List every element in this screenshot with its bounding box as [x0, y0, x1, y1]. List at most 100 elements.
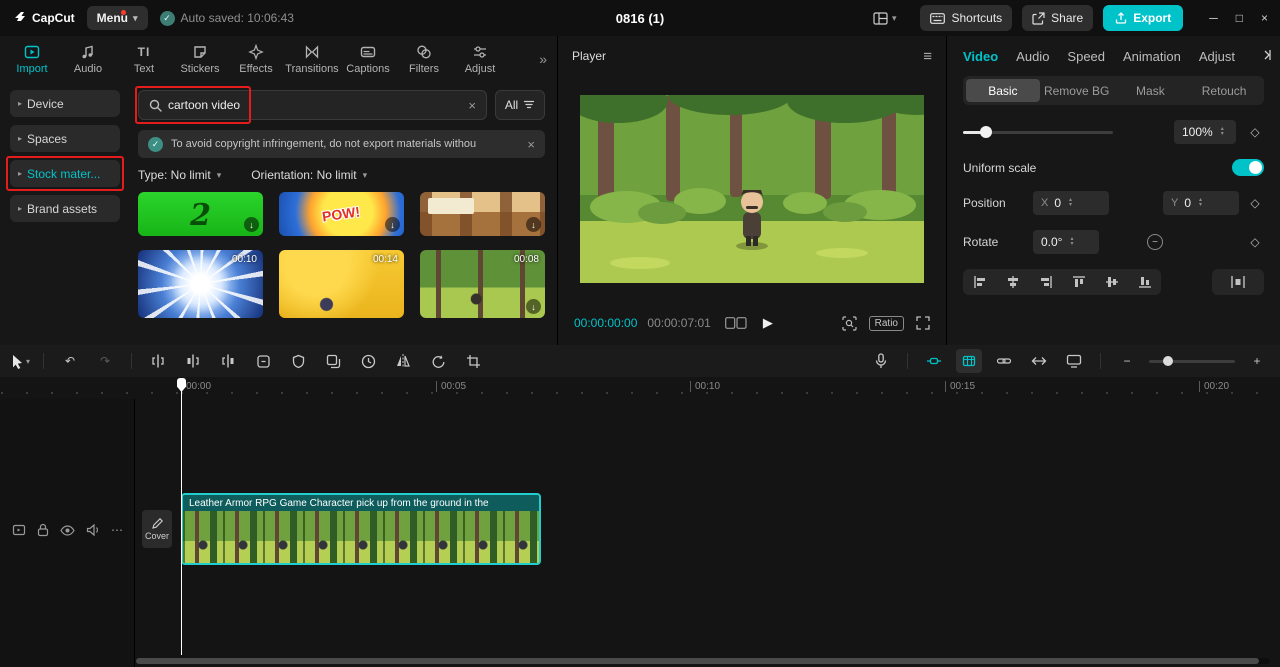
tab-video[interactable]: Video	[963, 49, 998, 64]
scrollbar-thumb[interactable]	[136, 658, 1259, 664]
slider-knob[interactable]	[980, 126, 992, 138]
auto-track-icon[interactable]	[921, 349, 947, 373]
tab-adjust[interactable]: Adjust	[1199, 49, 1235, 64]
track-options-icon[interactable]	[12, 523, 26, 537]
shortcuts-button[interactable]: Shortcuts	[920, 5, 1013, 31]
sidebar-item-brand-assets[interactable]: ▸ Brand assets	[10, 195, 120, 222]
search-box[interactable]: ×	[135, 86, 487, 124]
close-banner-icon[interactable]: ×	[527, 137, 535, 152]
thumbnail-yellow-character[interactable]: 00:14	[279, 250, 404, 318]
minimize-button[interactable]: ─	[1209, 11, 1218, 25]
download-icon[interactable]: ↓	[526, 217, 541, 232]
subtab-basic[interactable]: Basic	[966, 79, 1040, 102]
more-tabs-icon[interactable]: »	[533, 51, 553, 67]
frame-view-icon[interactable]	[724, 317, 747, 329]
align-top-icon[interactable]	[1062, 269, 1095, 295]
position-y-field[interactable]: Y 0 ▴ ▾	[1163, 191, 1239, 215]
scale-value-box[interactable]: 100% ▴ ▾	[1174, 120, 1236, 144]
timeline-ruler[interactable]: 00:00 00:05 00:10 00:15 00:20	[0, 377, 1280, 399]
uniform-scale-toggle[interactable]	[1232, 159, 1264, 176]
ratio-button[interactable]: Ratio	[868, 315, 904, 331]
align-bottom-icon[interactable]	[1128, 269, 1161, 295]
tab-speed[interactable]: Speed	[1067, 49, 1105, 64]
rotate-reset-icon[interactable]: −	[1147, 234, 1163, 250]
link-icon[interactable]	[991, 349, 1017, 373]
zoom-out-icon[interactable]: −	[1114, 349, 1140, 373]
thumbnail-classroom[interactable]: ↓	[420, 192, 545, 236]
split-icon[interactable]	[145, 349, 171, 373]
position-x-stepper[interactable]: ▴ ▾	[1069, 197, 1072, 208]
media-tab-text[interactable]: TI Text	[116, 44, 172, 75]
keyframe-icon[interactable]: ◇	[1246, 125, 1264, 139]
all-filter-button[interactable]: All	[495, 90, 545, 120]
align-center-horizontal-icon[interactable]	[996, 269, 1029, 295]
align-right-icon[interactable]	[1029, 269, 1062, 295]
sidebar-item-spaces[interactable]: ▸ Spaces	[10, 125, 120, 152]
more-options-icon[interactable]: ⋯	[111, 523, 123, 537]
delete-right-icon[interactable]	[215, 349, 241, 373]
thumbnail-forest-character[interactable]: 00:08 ↓	[420, 250, 545, 318]
scene-detect-icon[interactable]	[842, 315, 857, 331]
media-tab-audio[interactable]: Audio	[60, 44, 116, 75]
fullscreen-icon[interactable]	[916, 316, 930, 330]
media-tab-adjust[interactable]: Adjust	[452, 44, 508, 75]
delete-icon[interactable]	[250, 349, 276, 373]
speed-icon[interactable]	[355, 349, 381, 373]
position-x-field[interactable]: X 0 ▴ ▾	[1033, 191, 1109, 215]
thumbnail-green-screen[interactable]: 2 ↓	[138, 192, 263, 236]
media-tab-import[interactable]: Import	[4, 44, 60, 75]
mask-icon[interactable]	[285, 349, 311, 373]
subtab-remove-bg[interactable]: Remove BG	[1040, 79, 1114, 102]
clear-search-icon[interactable]: ×	[468, 98, 476, 113]
download-icon[interactable]: ↓	[385, 217, 400, 232]
adapt-width-icon[interactable]	[1026, 349, 1052, 373]
record-voiceover-icon[interactable]	[868, 349, 894, 373]
hide-track-icon[interactable]	[60, 524, 75, 536]
share-button[interactable]: Share	[1022, 5, 1094, 31]
select-tool-button[interactable]: ▾	[10, 354, 30, 369]
menu-button[interactable]: Menu ▾	[86, 6, 148, 30]
keyframe-icon[interactable]: ◇	[1246, 235, 1264, 249]
distribute-button[interactable]	[1212, 269, 1264, 295]
main-track-view-icon[interactable]	[956, 349, 982, 373]
cover-button[interactable]: Cover	[142, 510, 172, 548]
scale-stepper[interactable]: ▴ ▾	[1221, 126, 1224, 137]
lock-track-icon[interactable]	[37, 523, 49, 537]
player-menu-icon[interactable]: ≡	[923, 48, 932, 65]
search-input[interactable]	[168, 98, 463, 112]
mirror-icon[interactable]	[390, 349, 416, 373]
subtab-retouch[interactable]: Retouch	[1187, 79, 1261, 102]
delete-left-icon[interactable]	[180, 349, 206, 373]
horizontal-scrollbar[interactable]	[136, 658, 1270, 664]
undo-button[interactable]: ↶	[57, 349, 83, 373]
align-left-icon[interactable]	[963, 269, 996, 295]
scale-slider[interactable]	[963, 126, 1113, 138]
thumbnail-pow-comic[interactable]: POW! ↓	[279, 192, 404, 236]
rotate-icon[interactable]	[425, 349, 451, 373]
timeline-zoom-slider[interactable]	[1149, 356, 1235, 366]
mute-track-icon[interactable]	[86, 524, 100, 536]
thumbnail-explosion[interactable]: 00:10	[138, 250, 263, 318]
media-tab-effects[interactable]: Effects	[228, 43, 284, 75]
export-button[interactable]: Export	[1103, 5, 1184, 31]
tab-animation[interactable]: Animation	[1123, 49, 1181, 64]
media-tab-transitions[interactable]: Transitions	[284, 44, 340, 75]
tab-audio[interactable]: Audio	[1016, 49, 1049, 64]
subtab-mask[interactable]: Mask	[1114, 79, 1188, 102]
sidebar-item-stock-materials[interactable]: ▸ Stock mater...	[6, 156, 124, 191]
align-center-vertical-icon[interactable]	[1095, 269, 1128, 295]
position-y-stepper[interactable]: ▴ ▾	[1199, 197, 1202, 208]
zoom-in-icon[interactable]: +	[1244, 349, 1270, 373]
collapse-panel-icon[interactable]	[1260, 48, 1274, 62]
crop-icon[interactable]	[460, 349, 486, 373]
media-tab-captions[interactable]: Captions	[340, 44, 396, 75]
overlay-icon[interactable]	[320, 349, 346, 373]
timeline-clip[interactable]: Leather Armor RPG Game Character pick up…	[181, 493, 541, 565]
workspace-layout-button[interactable]: ▾	[873, 11, 896, 25]
keyframe-icon[interactable]: ◇	[1246, 196, 1264, 210]
close-button[interactable]: ×	[1261, 11, 1268, 25]
rotate-field[interactable]: 0.0° ▴ ▾	[1033, 230, 1099, 254]
sidebar-item-device[interactable]: ▸ Device	[10, 90, 120, 117]
rotate-stepper[interactable]: ▴ ▾	[1070, 236, 1073, 247]
orientation-filter-dropdown[interactable]: Orientation: No limit ▾	[251, 168, 367, 182]
